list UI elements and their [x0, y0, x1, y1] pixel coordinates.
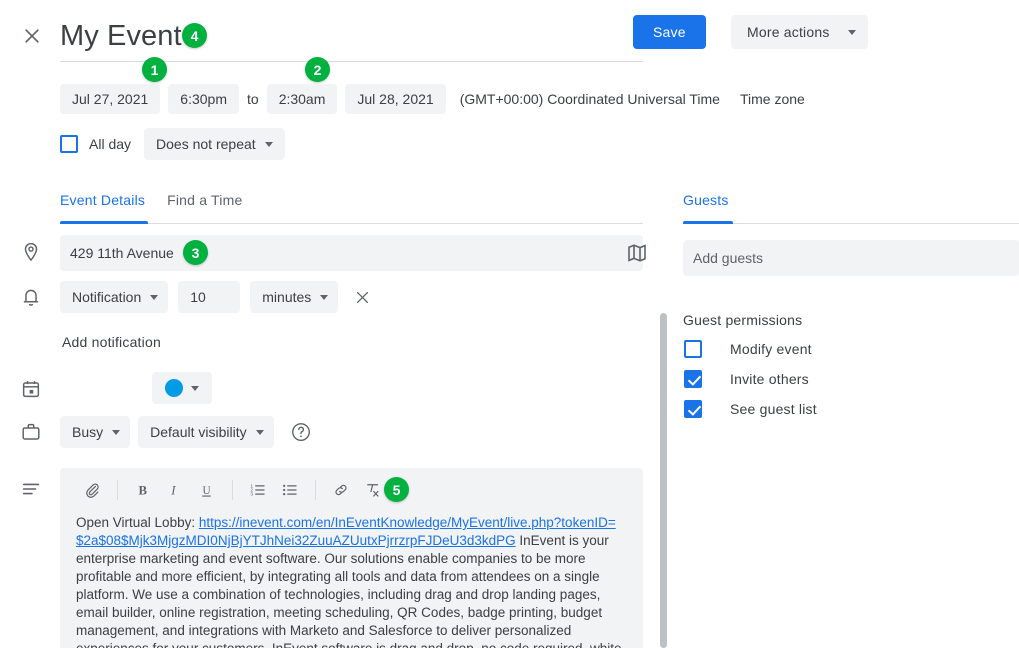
notification-unit-dropdown[interactable]: minutes	[250, 281, 339, 313]
description-prefix: Open Virtual Lobby:	[76, 515, 199, 530]
guests-tabs: Guests	[683, 192, 1019, 224]
modify-event-label: Modify event	[730, 341, 812, 357]
svg-text:U: U	[203, 485, 211, 497]
step-badge-3: 3	[183, 240, 208, 265]
event-editor-window: My Event Save More actions Jul 27, 2021 …	[0, 0, 1019, 648]
more-actions-button[interactable]: More actions	[731, 15, 868, 49]
map-icon[interactable]	[625, 241, 649, 265]
all-day-checkbox[interactable]	[60, 135, 78, 153]
notification-type-label: Notification	[72, 289, 142, 305]
description-lines-icon	[20, 478, 44, 502]
all-day-label: All day	[89, 136, 132, 152]
repeat-dropdown[interactable]: Does not repeat	[144, 128, 285, 160]
permission-invite-others[interactable]: Invite others	[684, 370, 809, 388]
start-date-chip[interactable]: Jul 27, 2021	[60, 84, 161, 114]
chevron-down-icon	[847, 29, 856, 35]
bell-icon	[20, 286, 44, 310]
description-text: InEvent is your enterprise marketing and…	[76, 533, 626, 648]
location-value: 429 11th Avenue	[70, 245, 174, 261]
toolbar-divider	[315, 480, 316, 500]
timezone-button[interactable]: Time zone	[740, 91, 805, 107]
description-scrollbar[interactable]	[660, 313, 667, 648]
toolbar-divider	[232, 480, 233, 500]
step-badge-2: 2	[305, 57, 330, 82]
header: My Event Save More actions	[0, 0, 1019, 62]
busy-label: Busy	[72, 424, 104, 440]
guest-permissions-title: Guest permissions	[683, 312, 803, 328]
allday-row: All day Does not repeat	[60, 128, 285, 160]
invite-others-label: Invite others	[730, 371, 809, 387]
end-time-chip[interactable]: 2:30am	[266, 84, 338, 114]
description-body[interactable]: Open Virtual Lobby: https://inevent.com/…	[60, 512, 643, 648]
chevron-down-icon	[264, 141, 273, 147]
step-badge-1: 1	[142, 57, 167, 82]
see-guest-list-label: See guest list	[730, 401, 817, 417]
chevron-down-icon	[150, 294, 159, 300]
active-tab-indicator	[60, 221, 148, 224]
detail-tabs: Event Details Find a Time	[60, 192, 643, 224]
calendar-icon	[20, 378, 44, 402]
step-badge-5: 5	[384, 477, 409, 502]
notification-type-dropdown[interactable]: Notification	[60, 281, 169, 313]
location-pin-icon	[20, 241, 44, 265]
see-guest-list-checkbox[interactable]	[684, 400, 702, 418]
location-field[interactable]: 429 11th Avenue	[60, 235, 643, 271]
svg-text:B: B	[139, 484, 148, 498]
add-notification-link[interactable]: Add notification	[62, 334, 161, 350]
underline-icon[interactable]: U	[191, 474, 223, 506]
notification-unit-label: minutes	[262, 289, 312, 305]
start-time-chip[interactable]: 6:30pm	[168, 84, 239, 114]
chevron-down-icon	[112, 429, 121, 435]
help-circle-icon[interactable]	[290, 421, 312, 443]
visibility-dropdown[interactable]: Default visibility	[138, 416, 274, 448]
event-color-dropdown[interactable]	[152, 372, 212, 404]
timezone-value: (GMT+00:00) Coordinated Universal Time	[459, 91, 720, 107]
end-date-chip[interactable]: Jul 28, 2021	[345, 84, 446, 114]
save-button[interactable]: Save	[633, 15, 706, 49]
to-label: to	[247, 91, 259, 107]
availability-row: Busy Default visibility	[60, 416, 312, 448]
tab-event-details[interactable]: Event Details	[60, 192, 145, 218]
page-title[interactable]: My Event	[60, 18, 182, 54]
add-guests-input[interactable]: Add guests	[683, 240, 1019, 276]
invite-others-checkbox[interactable]	[684, 370, 702, 388]
attachment-icon[interactable]	[76, 474, 108, 506]
close-icon[interactable]	[18, 22, 46, 50]
remove-notification-button[interactable]	[350, 285, 374, 309]
chevron-down-icon	[255, 429, 264, 435]
tab-guests[interactable]: Guests	[683, 192, 1019, 218]
guests-active-tab-indicator	[683, 221, 733, 224]
link-icon[interactable]	[325, 474, 357, 506]
modify-event-checkbox[interactable]	[684, 340, 702, 358]
scrollbar-thumb[interactable]	[660, 313, 667, 648]
rich-text-toolbar: B I U 1 2 3	[60, 468, 643, 512]
event-color-swatch	[165, 379, 183, 397]
notification-amount-input[interactable]: 10	[178, 281, 241, 313]
svg-text:I: I	[170, 484, 176, 498]
bold-icon[interactable]: B	[127, 474, 159, 506]
notification-row: Notification 10 minutes	[60, 281, 374, 313]
add-guests-placeholder: Add guests	[693, 250, 764, 266]
more-actions-label: More actions	[747, 24, 830, 40]
step-badge-4: 4	[182, 23, 207, 48]
visibility-label: Default visibility	[150, 424, 247, 440]
repeat-label: Does not repeat	[156, 136, 256, 152]
description-editor[interactable]: B I U 1 2 3 Open Virtual Lobby: https://…	[60, 468, 643, 648]
busy-dropdown[interactable]: Busy	[60, 416, 131, 448]
svg-text:3: 3	[251, 492, 254, 497]
briefcase-icon	[20, 421, 44, 445]
chevron-down-icon	[191, 385, 199, 391]
tab-find-a-time[interactable]: Find a Time	[167, 192, 242, 218]
chevron-down-icon	[320, 294, 329, 300]
permission-see-guest-list[interactable]: See guest list	[684, 400, 817, 418]
numbered-list-icon[interactable]: 1 2 3	[242, 474, 274, 506]
datetime-row: Jul 27, 2021 6:30pm to 2:30am Jul 28, 20…	[60, 84, 805, 114]
italic-icon[interactable]: I	[159, 474, 191, 506]
guests-tabs-divider	[683, 223, 1019, 224]
bulleted-list-icon[interactable]	[274, 474, 306, 506]
toolbar-divider	[117, 480, 118, 500]
permission-modify-event[interactable]: Modify event	[684, 340, 812, 358]
